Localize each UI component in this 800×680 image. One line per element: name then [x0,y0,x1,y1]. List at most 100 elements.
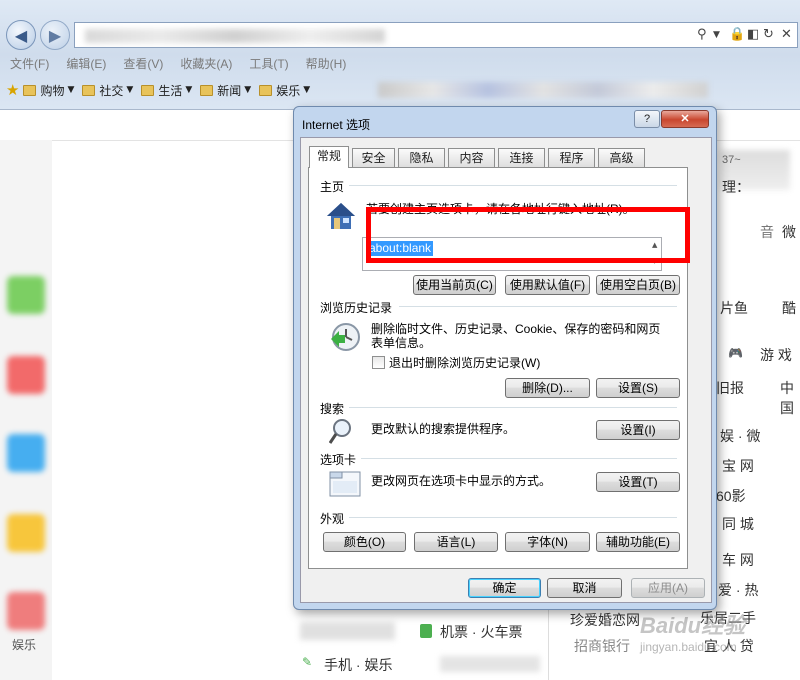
fonts-button[interactable]: 字体(N) [505,532,590,552]
back-button[interactable]: ◀ [6,20,36,50]
watermark-url: jingyan.baidu.com [640,640,737,654]
caret-down-icon: ▼ [67,85,75,95]
bg-link[interactable]: 机票 · 火车票 [440,622,522,642]
forward-arrow-icon: ▶ [48,25,62,45]
tabs-description: 更改网页在选项卡中显示的方式。 [371,474,552,488]
bg-text: 微 [782,224,796,240]
tabs-settings-button[interactable]: 设置(T) [596,472,680,492]
menu-help[interactable]: 帮助(H) [296,54,354,74]
fav-folder-news[interactable]: 新闻 ▼ [200,82,251,99]
languages-button[interactable]: 语言(L) [414,532,498,552]
caret-down-icon: ▼ [303,85,311,95]
search-icon[interactable]: ⚲ [697,27,707,42]
apply-button[interactable]: 应用(A) [631,578,705,598]
refresh-icon[interactable]: ↻ [763,27,774,42]
history-clock-icon [331,323,360,351]
app-tile-green[interactable] [7,276,45,314]
fav-folder-entertainment[interactable]: 娱乐 ▼ [259,82,310,99]
bg-text: 酷 [782,300,796,316]
tab-security[interactable]: 安全 [352,148,395,167]
back-arrow-icon: ◀ [14,25,28,45]
bg-text: 音 [760,224,774,240]
tab-advanced[interactable]: 高级 [598,148,645,167]
app-tile-yellow[interactable] [7,514,45,552]
bg-link[interactable]: 手机 · 娱乐 [324,655,392,675]
fav-folder-shopping[interactable]: 购物 ▼ [23,82,74,99]
group-divider [349,185,677,186]
menu-view[interactable]: 查看(V) [113,54,170,74]
forward-button[interactable]: ▶ [40,20,70,50]
bg-text: 旧报 [716,380,744,396]
menu-file[interactable]: 文件(F) [0,54,56,74]
bg-divider [548,610,549,680]
bg-text: 游 戏 [760,347,792,363]
use-blank-button[interactable]: 使用空白页(B) [596,275,680,295]
menu-favorites[interactable]: 收藏夹(A) [170,54,239,74]
group-divider [399,306,677,307]
bg-blur-bottom [300,622,395,640]
history-description: 删除临时文件、历史记录、Cookie、保存的密码和网页表单信息。 [371,322,661,350]
watermark-brand: Baidu经验 [640,613,746,638]
ok-button[interactable]: 确定 [468,578,541,598]
bg-link[interactable]: 招商银行 [574,636,630,656]
stop-icon[interactable]: ✕ [781,27,792,42]
dialog-title: Internet 选项 [302,118,371,132]
tab-content[interactable]: 内容 [448,148,495,167]
home-icon [327,203,355,229]
bg-text: 理： [722,179,750,195]
use-default-button[interactable]: 使用默认值(F) [505,275,590,295]
fav-folder-life[interactable]: 生活 ▼ [141,82,192,99]
tabs-group-label: 选项卡 [320,453,357,467]
delete-on-exit-checkbox[interactable] [372,356,385,369]
bg-text: 片鱼 [720,300,748,316]
bg-text: 同 城 [722,516,754,532]
folder-icon [200,84,214,96]
folder-icon [259,84,273,96]
menu-bar: 文件(F) 编辑(E) 查看(V) 收藏夹(A) 工具(T) 帮助(H) [0,54,800,74]
address-bar[interactable]: ⚲ ▼ 🔒 ◧ ↻ ✕ [74,22,798,48]
colors-button[interactable]: 颜色(O) [323,532,406,552]
bg-text: 车 网 [722,552,754,568]
folder-icon [82,84,96,96]
home-group-label: 主页 [320,180,345,194]
compatibility-icon[interactable]: ◧ [747,27,759,42]
app-tile-pink[interactable] [7,592,45,630]
close-button[interactable]: ✕ [661,110,709,128]
plane-icon [420,624,432,638]
accessibility-button[interactable]: 辅助功能(E) [596,532,680,552]
magnifier-icon [329,419,351,444]
menu-edit[interactable]: 编辑(E) [56,54,113,74]
history-settings-button[interactable]: 设置(S) [596,378,680,398]
search-group-label: 搜索 [320,402,345,416]
app-tile-blue[interactable] [7,434,45,472]
fav-folder-social[interactable]: 社交 ▼ [82,82,133,99]
bg-text: 60影 [716,488,746,504]
tab-programs[interactable]: 程序 [548,148,595,167]
bg-text: 37~ [722,154,741,166]
tab-general[interactable]: 常规 [309,146,349,168]
tab-privacy[interactable]: 隐私 [398,148,445,167]
favorites-star-icon[interactable]: ★ [6,81,19,99]
group-divider [361,458,677,459]
bg-link[interactable]: 珍爱婚恋网 [570,610,640,630]
cancel-button[interactable]: 取消 [547,578,622,598]
annotation-highlight-box [366,207,690,263]
bg-text: 娱 · 微 [720,428,761,444]
bg-blur-bottom-2 [440,656,540,672]
internet-options-dialog: Internet 选项 ? ✕ 常规 安全 隐私 内容 连接 程序 高级 主页 … [293,106,717,610]
app-tile-red[interactable] [7,356,45,394]
help-button[interactable]: ? [634,110,660,128]
use-current-button[interactable]: 使用当前页(C) [413,275,496,295]
app-tile-label: 娱乐 [12,638,37,652]
folder-icon [141,84,155,96]
delete-history-button[interactable]: 删除(D)... [505,378,590,398]
bg-text: 宝 网 [722,458,754,474]
search-description: 更改默认的搜索提供程序。 [371,422,516,436]
tab-connections[interactable]: 连接 [498,148,545,167]
delete-on-exit-label: 退出时删除浏览历史记录(W) [389,356,541,370]
search-settings-button[interactable]: 设置(I) [596,420,680,440]
menu-tools[interactable]: 工具(T) [239,54,295,74]
dropdown-icon[interactable]: ▼ [713,30,720,40]
caret-down-icon: ▼ [244,85,252,95]
folder-icon [23,84,37,96]
